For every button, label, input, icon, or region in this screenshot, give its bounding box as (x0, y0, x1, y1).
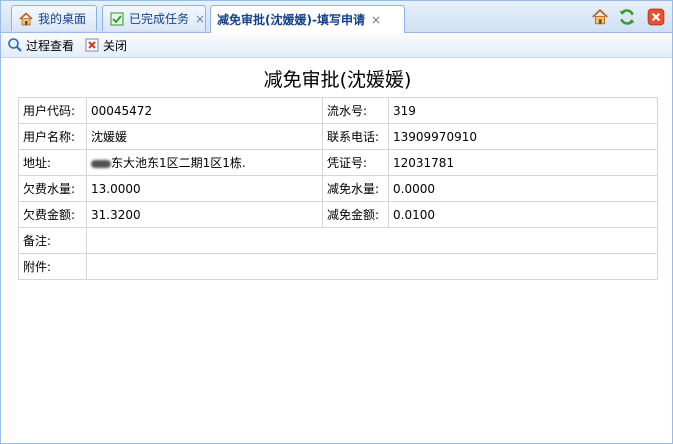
tab-label: 已完成任务 (129, 12, 190, 26)
phone-label: 联系电话: (322, 123, 389, 150)
table-row: 附件: (18, 253, 658, 280)
reduced-amount-value: 0.0100 (388, 201, 658, 228)
voucher-label: 凭证号: (322, 149, 389, 176)
close-label: 关闭 (103, 38, 128, 53)
table-row: 地址: 东大池东1区二期1区1栋. 凭证号: 12031781 (18, 149, 658, 176)
remark-value (86, 227, 658, 254)
user-code-value: 00045472 (86, 97, 323, 124)
tab-bar: 我的桌面 已完成任务 × 减免审批(沈媛媛)-填写申请 × (1, 1, 672, 33)
refresh-icon[interactable] (617, 7, 637, 27)
table-row: 欠费水量: 13.0000 减免水量: 0.0000 (18, 175, 658, 202)
table-row: 用户代码: 00045472 流水号: 319 (18, 97, 658, 124)
table-row: 用户名称: 沈媛媛 联系电话: 13909970910 (18, 123, 658, 150)
close-icon[interactable]: × (195, 12, 205, 26)
close-doc-icon (85, 38, 99, 52)
attachment-label: 附件: (18, 253, 87, 280)
tab-completed-tasks[interactable]: 已完成任务 × (102, 5, 206, 31)
serial-value: 319 (388, 97, 658, 124)
page-title: 减免审批(沈媛媛) (263, 69, 412, 91)
home-icon (18, 11, 34, 27)
close-icon[interactable]: × (371, 13, 381, 27)
tab-my-desktop[interactable]: 我的桌面 (11, 5, 97, 31)
address-text: 东大池东1区二期1区1栋. (111, 156, 246, 170)
attachment-value (86, 253, 658, 280)
owed-amount-value: 31.3200 (86, 201, 323, 228)
user-name-value: 沈媛媛 (86, 123, 323, 150)
user-name-label: 用户名称: (18, 123, 87, 150)
remark-label: 备注: (18, 227, 87, 254)
toolbar: 过程查看 关闭 (1, 33, 672, 58)
tab-label: 减免审批(沈媛媛)-填写申请 (217, 13, 365, 27)
reduced-amount-label: 减免金额: (322, 201, 389, 228)
user-code-label: 用户代码: (18, 97, 87, 124)
tab-reduction-approval[interactable]: 减免审批(沈媛媛)-填写申请 × (210, 5, 405, 33)
owed-water-value: 13.0000 (86, 175, 323, 202)
process-view-label: 过程查看 (26, 38, 75, 53)
voucher-value: 12031781 (388, 149, 658, 176)
address-label: 地址: (18, 149, 87, 176)
task-list-icon (109, 11, 125, 27)
close-window-icon[interactable] (646, 7, 666, 27)
application-form: 用户代码: 00045472 流水号: 319 用户名称: 沈媛媛 联系电话: … (18, 97, 658, 280)
redaction-mark (91, 159, 111, 168)
reduced-water-label: 减免水量: (322, 175, 389, 202)
table-row: 欠费金额: 31.3200 减免金额: 0.0100 (18, 201, 658, 228)
close-button[interactable]: 关闭 (84, 37, 127, 54)
table-row: 备注: (18, 227, 658, 254)
owed-amount-label: 欠费金额: (18, 201, 87, 228)
search-icon (8, 38, 22, 52)
app-window: 我的桌面 已完成任务 × 减免审批(沈媛媛)-填写申请 × 过程查看 关闭 减免… (0, 0, 673, 444)
phone-value: 13909970910 (388, 123, 658, 150)
tab-label: 我的桌面 (38, 12, 87, 26)
serial-label: 流水号: (322, 97, 389, 124)
owed-water-label: 欠费水量: (18, 175, 87, 202)
process-view-button[interactable]: 过程查看 (7, 37, 74, 54)
home-icon[interactable] (590, 7, 610, 27)
reduced-water-value: 0.0000 (388, 175, 658, 202)
address-value: 东大池东1区二期1区1栋. (86, 149, 323, 176)
